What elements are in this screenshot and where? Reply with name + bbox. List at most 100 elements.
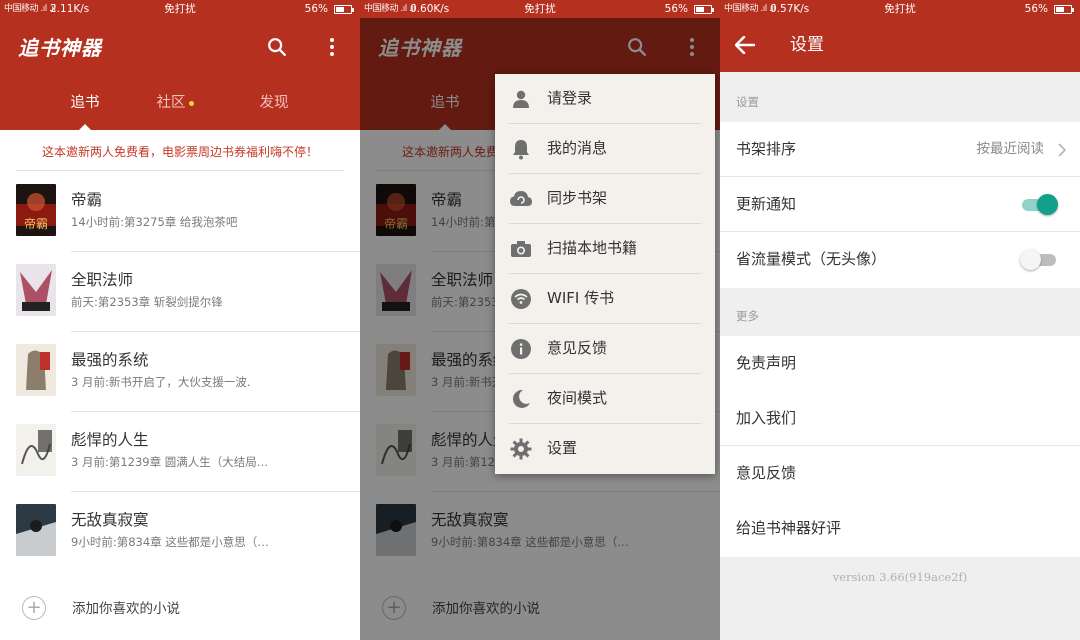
book-title: 最强的系统: [71, 351, 149, 369]
book-cover: [16, 264, 56, 316]
info-icon: [509, 337, 533, 361]
bell-icon: [509, 137, 533, 161]
setting-update-notify: 更新通知: [720, 177, 1080, 232]
setting-shelf-sort[interactable]: 书架排序 按最近阅读: [720, 122, 1080, 177]
book-title: 全职法师: [71, 271, 134, 289]
status-bar: 中国移动 .ıl .ıl 0.57K/s 免打扰 56%: [720, 0, 1080, 18]
gear-icon: [509, 437, 533, 461]
more-group: 免责声明 加入我们 意见反馈 给追书神器好评: [720, 336, 1080, 557]
version-label: version 3.66(919ace2f): [832, 570, 968, 584]
book-latest-chapter: 14小时前:第3275章 给我泡茶吧: [71, 215, 238, 229]
menu-item-night-mode[interactable]: 夜间模式: [495, 374, 715, 424]
section-header-more: 更多: [736, 309, 759, 323]
status-bar: 中国移动 .ıl .ıl 0.60K/s 免打扰 56%: [360, 0, 720, 18]
menu-item-label: 我的消息: [547, 139, 608, 157]
tab-discover[interactable]: 发现: [229, 76, 319, 130]
setting-label: 意见反馈: [736, 464, 797, 482]
setting-disclaimer[interactable]: 免责声明: [720, 336, 1080, 391]
cloud-sync-icon: [509, 187, 533, 211]
camera-icon: [509, 237, 533, 261]
setting-data-saver: 省流量模式（无头像）: [720, 232, 1080, 287]
tab-bar: 追书 社区 发现: [0, 76, 360, 130]
setting-label: 书架排序: [736, 140, 797, 158]
menu-item-label: 意见反馈: [547, 339, 608, 357]
settings-screen: 中国移动 .ıl .ıl 0.57K/s 免打扰 56% 设置 设置 书架排序 …: [720, 0, 1080, 640]
book-latest-chapter: 9小时前:第834章 这些都是小意思（…: [71, 535, 269, 549]
menu-item-wifi-transfer[interactable]: WIFI 传书: [495, 274, 715, 324]
book-latest-chapter: 3 月前:新书开启了，大伙支援一波.: [71, 375, 251, 389]
arrow-back-icon[interactable]: [730, 30, 760, 60]
book-cover: [16, 504, 56, 556]
setting-join-us[interactable]: 加入我们: [720, 391, 1080, 446]
book-item[interactable]: 无敌真寂寞 9小时前:第834章 这些都是小意思（…: [0, 492, 360, 572]
menu-item-label: 请登录: [547, 89, 593, 107]
menu-item-scan-local[interactable]: 扫描本地书籍: [495, 224, 715, 274]
book-title: 无敌真寂寞: [71, 511, 149, 529]
moon-icon: [509, 387, 533, 411]
add-novel-label: 添加你喜欢的小说: [72, 601, 180, 617]
settings-group: 书架排序 按最近阅读 更新通知 省流量模式（无头像）: [720, 122, 1080, 288]
book-item[interactable]: 最强的系统 3 月前:新书开启了，大伙支援一波.: [0, 332, 360, 412]
setting-rate-app[interactable]: 给追书神器好评: [720, 501, 1080, 556]
setting-label: 给追书神器好评: [736, 519, 842, 537]
book-cover: [16, 344, 56, 396]
promo-banner[interactable]: 这本邀新两人免费看，电影票周边书券福利嗨不停！: [16, 131, 344, 171]
notification-dot: [188, 100, 194, 106]
setting-label: 加入我们: [736, 409, 797, 427]
book-item[interactable]: 帝霸 帝霸 14小时前:第3275章 给我泡茶吧: [0, 172, 360, 252]
battery-icon: [1054, 4, 1074, 14]
book-title: 彪悍的人生: [71, 431, 149, 449]
setting-label: 更新通知: [736, 195, 797, 213]
setting-label: 免责声明: [736, 354, 797, 372]
setting-value: 按最近阅读: [976, 141, 1045, 157]
menu-item-label: 同步书架: [547, 189, 608, 207]
setting-label: 省流量模式（无头像）: [736, 250, 887, 268]
status-right: 56%: [1024, 0, 1074, 18]
data-saver-toggle[interactable]: [1020, 249, 1058, 270]
page-title: 设置: [790, 35, 824, 55]
app-bar: 设置: [720, 18, 1080, 72]
add-circle-icon: +: [22, 596, 46, 620]
book-cover: 帝霸: [16, 184, 56, 236]
add-novel-row[interactable]: + 添加你喜欢的小说: [0, 586, 360, 630]
book-cover: [16, 424, 56, 476]
status-right: 56%: [664, 0, 714, 18]
book-title: 帝霸: [71, 191, 103, 209]
tab-following[interactable]: 追书: [40, 76, 130, 130]
book-latest-chapter: 3 月前:第1239章 圆满人生（大结局…: [71, 455, 269, 469]
active-tab-indicator: [78, 124, 92, 131]
section-header-settings: 设置: [736, 95, 759, 109]
battery-percent: 56%: [664, 3, 688, 15]
menu-item-label: 设置: [547, 439, 578, 457]
menu-item-label: WIFI 传书: [547, 289, 615, 307]
home-menu-screen: 中国移动 .ıl .ıl 0.60K/s 免打扰 56% 追书神器 追书 社区 …: [360, 0, 720, 640]
battery-icon: [694, 4, 714, 14]
home-screen: 中国移动 .ıl .ıl 2.11K/s 免打扰 56% 追书神器 追书 社区 …: [0, 0, 360, 640]
book-item[interactable]: 彪悍的人生 3 月前:第1239章 圆满人生（大结局…: [0, 412, 360, 492]
menu-item-settings[interactable]: 设置: [495, 424, 715, 474]
more-vert-icon[interactable]: [317, 32, 347, 62]
menu-item-messages[interactable]: 我的消息: [495, 124, 715, 174]
menu-item-sync-shelf[interactable]: 同步书架: [495, 174, 715, 224]
status-right: 56%: [304, 0, 354, 18]
battery-percent: 56%: [1024, 3, 1048, 15]
battery-percent: 56%: [304, 3, 328, 15]
status-bar: 中国移动 .ıl .ıl 2.11K/s 免打扰 56%: [0, 0, 360, 18]
menu-item-feedback[interactable]: 意见反馈: [495, 324, 715, 374]
menu-item-label: 夜间模式: [547, 389, 608, 407]
search-icon[interactable]: [262, 32, 292, 62]
svg-text:帝霸: 帝霸: [24, 216, 48, 231]
setting-feedback[interactable]: 意见反馈: [720, 446, 1080, 501]
menu-item-label: 扫描本地书籍: [547, 239, 638, 257]
tab-community[interactable]: 社区: [130, 76, 220, 130]
book-latest-chapter: 前天:第2353章 斩裂剑提尔锋: [71, 295, 223, 309]
overflow-menu: 请登录 我的消息 同步书架 扫描本地书籍 WIFI 传书 意见反馈 夜间模式 设…: [495, 74, 715, 474]
book-item[interactable]: 全职法师 前天:第2353章 斩裂剑提尔锋: [0, 252, 360, 332]
person-icon: [509, 87, 533, 111]
app-bar: 追书神器: [0, 18, 360, 76]
update-notify-toggle[interactable]: [1022, 194, 1058, 215]
battery-icon: [334, 4, 354, 14]
app-logo: 追书神器: [18, 36, 102, 60]
menu-item-login[interactable]: 请登录: [495, 74, 715, 124]
chevron-right-icon: [1058, 142, 1067, 161]
